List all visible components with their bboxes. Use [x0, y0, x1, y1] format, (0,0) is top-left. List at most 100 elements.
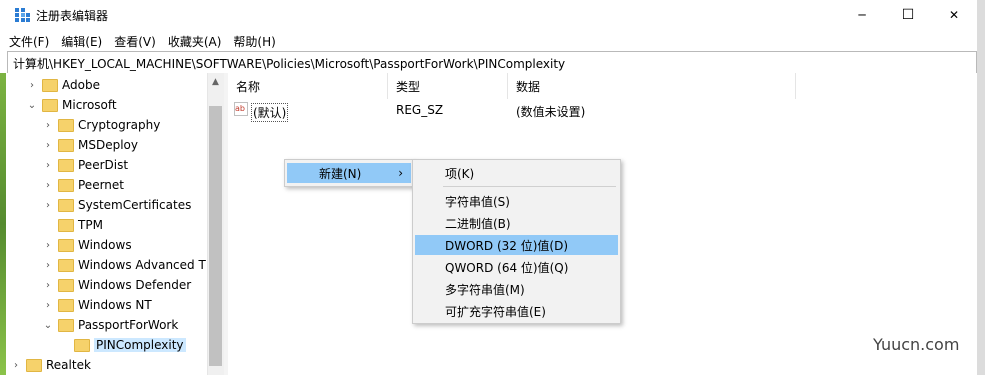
tree-node-peernet[interactable]: › Peernet: [42, 175, 124, 195]
tree-node-windows-nt[interactable]: › Windows NT: [42, 295, 152, 315]
watermark: Yuucn.com: [873, 335, 960, 354]
minimize-icon: ─: [858, 8, 866, 22]
menu-item-expandable-string-value[interactable]: 可扩充字符串值(E): [415, 301, 618, 321]
value-type: REG_SZ: [396, 103, 444, 117]
expand-chevron-icon[interactable]: ›: [42, 120, 54, 131]
tree-node-microsoft[interactable]: ⌄ Microsoft: [26, 95, 117, 115]
tree-node-label: MSDeploy: [78, 138, 138, 152]
folder-icon: [58, 178, 74, 192]
scroll-up-arrow-icon[interactable]: ▲: [207, 73, 224, 90]
address-path[interactable]: 计算机\HKEY_LOCAL_MACHINE\SOFTWARE\Policies…: [13, 55, 565, 72]
menu-view[interactable]: 查看(V): [108, 30, 162, 50]
tree-node-passportforwork[interactable]: ⌄ PassportForWork: [42, 315, 179, 335]
folder-icon: [42, 98, 58, 112]
menu-item-string-value[interactable]: 字符串值(S): [415, 191, 618, 211]
expand-chevron-icon[interactable]: ›: [10, 360, 22, 371]
menu-item-label: 新建(N): [319, 166, 362, 181]
collapse-chevron-icon[interactable]: ⌄: [26, 100, 38, 111]
menu-item-new[interactable]: 新建(N) ›: [287, 163, 411, 183]
menu-item-label: QWORD (64 位)值(Q): [445, 260, 569, 275]
tree-node-msdeploy[interactable]: › MSDeploy: [42, 135, 138, 155]
tree-node-systemcertificates[interactable]: › SystemCertificates: [42, 195, 191, 215]
tree-node-label: SystemCertificates: [78, 198, 192, 212]
context-menu: 新建(N) ›: [284, 159, 414, 187]
expand-chevron-icon[interactable]: ›: [42, 200, 54, 211]
key-tree: › Adobe ⌄ Microsoft › Cryptography › MSDeplo…: [6, 73, 207, 375]
expand-chevron-icon[interactable]: ›: [26, 80, 38, 91]
minimize-button[interactable]: ─: [839, 0, 885, 30]
close-button[interactable]: ✕: [931, 0, 977, 30]
expand-chevron-icon[interactable]: ›: [42, 160, 54, 171]
folder-icon: [74, 338, 90, 352]
tree-node-cryptography[interactable]: › Cryptography: [42, 115, 160, 135]
string-value-icon: ab: [234, 102, 248, 116]
title-bar[interactable]: 注册表编辑器 ─ ☐ ✕: [0, 0, 977, 30]
folder-icon: [58, 118, 74, 132]
tree-node-tpm[interactable]: TPM: [42, 215, 103, 235]
background-strip: [977, 0, 985, 375]
regedit-icon: [15, 8, 30, 22]
tree-node-label: PassportForWork: [78, 318, 179, 332]
collapse-chevron-icon[interactable]: ⌄: [42, 320, 54, 331]
folder-icon: [58, 218, 74, 232]
menu-file[interactable]: 文件(F): [0, 30, 55, 50]
menu-item-label: DWORD (32 位)值(D): [445, 238, 568, 253]
tree-node-windows-defender[interactable]: › Windows Defender: [42, 275, 191, 295]
svg-text:ab: ab: [235, 104, 245, 113]
column-header-name[interactable]: 名称: [228, 73, 388, 99]
menu-item-label: 二进制值(B): [445, 216, 511, 231]
tree-node-label: Windows Defender: [78, 278, 192, 292]
expand-chevron-icon[interactable]: ›: [42, 300, 54, 311]
value-name[interactable]: (默认): [251, 103, 289, 122]
expand-chevron-icon[interactable]: ›: [42, 280, 54, 291]
column-header-type[interactable]: 类型: [388, 73, 508, 99]
column-header-label: 类型: [396, 79, 421, 94]
folder-icon: [58, 238, 74, 252]
folder-icon: [26, 358, 42, 372]
tree-node-windows-advanced[interactable]: › Windows Advanced T: [42, 255, 206, 275]
menu-favorites[interactable]: 收藏夹(A): [162, 30, 228, 50]
window-title: 注册表编辑器: [36, 9, 109, 23]
expand-chevron-icon[interactable]: ›: [42, 240, 54, 251]
menu-item-key[interactable]: 项(K): [415, 163, 618, 183]
scrollbar-thumb[interactable]: [209, 106, 222, 366]
folder-icon: [58, 278, 74, 292]
column-header-label: 名称: [236, 79, 261, 94]
menu-separator: [443, 186, 616, 187]
menu-item-multi-string-value[interactable]: 多字符串值(M): [415, 279, 618, 299]
tree-node-realtek[interactable]: › Realtek: [10, 355, 91, 375]
folder-icon: [58, 158, 74, 172]
menu-item-label: 字符串值(S): [445, 194, 510, 209]
menu-edit[interactable]: 编辑(E): [55, 30, 108, 50]
column-header-data[interactable]: 数据: [508, 73, 796, 99]
menu-help[interactable]: 帮助(H): [227, 30, 281, 50]
tree-node-label: Microsoft: [62, 98, 117, 112]
menu-item-label: 多字符串值(M): [445, 282, 525, 297]
tree-node-peerdist[interactable]: › PeerDist: [42, 155, 128, 175]
maximize-icon: ☐: [901, 7, 915, 23]
tree-node-label: PINComplexity: [94, 338, 186, 352]
expand-chevron-icon[interactable]: ›: [42, 180, 54, 191]
tree-node-label: Cryptography: [78, 118, 161, 132]
menu-item-binary-value[interactable]: 二进制值(B): [415, 213, 618, 233]
tree-node-label: TPM: [78, 218, 103, 232]
tree-node-windows[interactable]: › Windows: [42, 235, 132, 255]
value-data: (数值未设置): [516, 105, 586, 119]
tree-node-label: Windows Advanced T: [78, 258, 206, 272]
folder-icon: [58, 198, 74, 212]
folder-icon: [42, 78, 58, 92]
tree-node-adobe[interactable]: › Adobe: [26, 75, 100, 95]
tree-node-label: Windows NT: [78, 298, 152, 312]
column-header-label: 数据: [516, 79, 541, 94]
expand-chevron-icon[interactable]: ›: [42, 260, 54, 271]
menu-item-label: 项(K): [445, 166, 475, 181]
maximize-button[interactable]: ☐: [885, 0, 931, 30]
menu-item-dword-value[interactable]: DWORD (32 位)值(D): [415, 235, 618, 255]
expand-chevron-icon[interactable]: ›: [42, 140, 54, 151]
submenu-arrow-icon: ›: [398, 166, 403, 180]
tree-node-label: Realtek: [46, 358, 91, 372]
tree-node-pincomplexity[interactable]: PINComplexity: [58, 335, 186, 355]
menu-item-qword-value[interactable]: QWORD (64 位)值(Q): [415, 257, 618, 277]
address-bar[interactable]: 计算机\HKEY_LOCAL_MACHINE\SOFTWARE\Policies…: [7, 51, 977, 74]
close-icon: ✕: [948, 8, 960, 22]
